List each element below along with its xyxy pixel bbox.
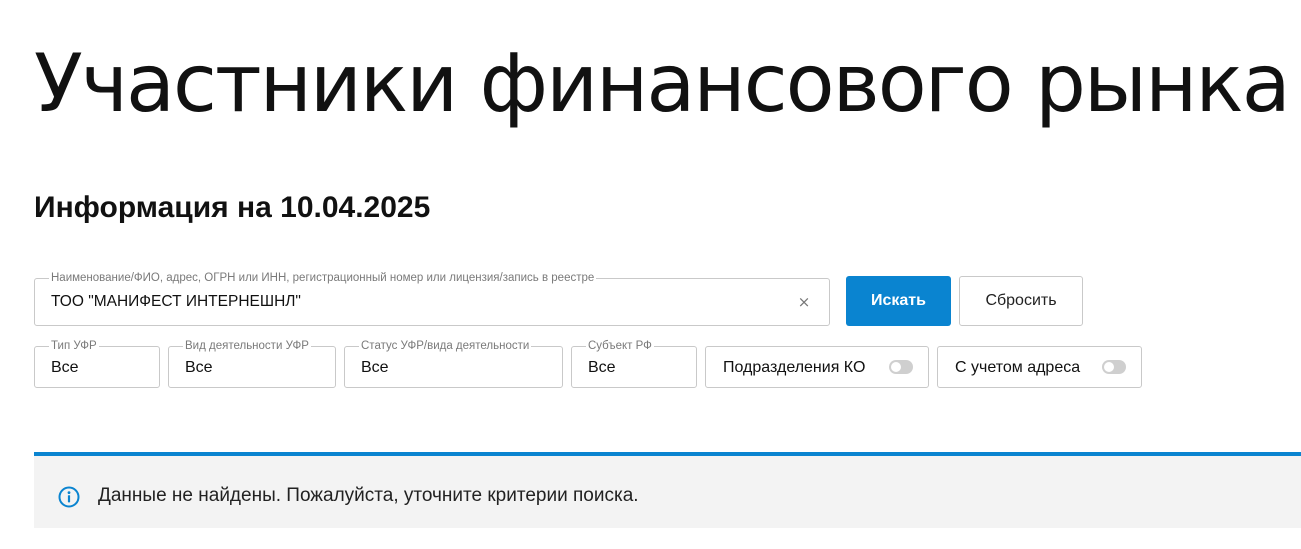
filter-status-value: Все [361, 359, 389, 376]
filter-region-select[interactable]: Субъект РФ Все [571, 339, 697, 388]
reset-button[interactable]: Сбросить [959, 276, 1083, 326]
ko-divisions-toggle[interactable]: Подразделения КО [705, 346, 929, 388]
with-address-toggle[interactable]: С учетом адреса [937, 346, 1142, 388]
filter-status-select[interactable]: Статус УФР/вида деятельности Все [344, 339, 563, 388]
notice-text: Данные не найдены. Пожалуйста, уточните … [98, 485, 639, 506]
filter-status-label: Статус УФР/вида деятельности [359, 339, 532, 353]
ko-divisions-toggle-label: Подразделения КО [723, 359, 866, 376]
search-input[interactable]: Наименование/ФИО, адрес, ОГРН или ИНН, р… [34, 271, 830, 326]
filter-type-select[interactable]: Тип УФР Все [34, 339, 160, 388]
switch-knob [1104, 362, 1114, 372]
ko-divisions-switch[interactable] [889, 360, 913, 374]
filter-region-label: Субъект РФ [586, 339, 654, 353]
with-address-switch[interactable] [1102, 360, 1126, 374]
info-icon [58, 486, 80, 508]
filter-activity-select[interactable]: Вид деятельности УФР Все [168, 339, 336, 388]
filter-type-value: Все [51, 359, 79, 376]
switch-knob [891, 362, 901, 372]
page-title: Участники финансового рынка [34, 37, 1291, 130]
search-button[interactable]: Искать [846, 276, 951, 326]
search-input-value[interactable]: ТОО "МАНИФЕСТ ИНТЕРНЕШНЛ" [51, 293, 301, 311]
no-results-notice: Данные не найдены. Пожалуйста, уточните … [34, 452, 1301, 528]
info-date-heading: Информация на 10.04.2025 [34, 191, 431, 224]
with-address-toggle-label: С учетом адреса [955, 359, 1081, 376]
search-input-label: Наименование/ФИО, адрес, ОГРН или ИНН, р… [49, 271, 597, 285]
filter-region-value: Все [588, 359, 616, 376]
filter-activity-value: Все [185, 359, 213, 376]
close-icon[interactable]: × [797, 292, 811, 312]
filter-activity-label: Вид деятельности УФР [183, 339, 311, 353]
filter-type-label: Тип УФР [49, 339, 99, 353]
